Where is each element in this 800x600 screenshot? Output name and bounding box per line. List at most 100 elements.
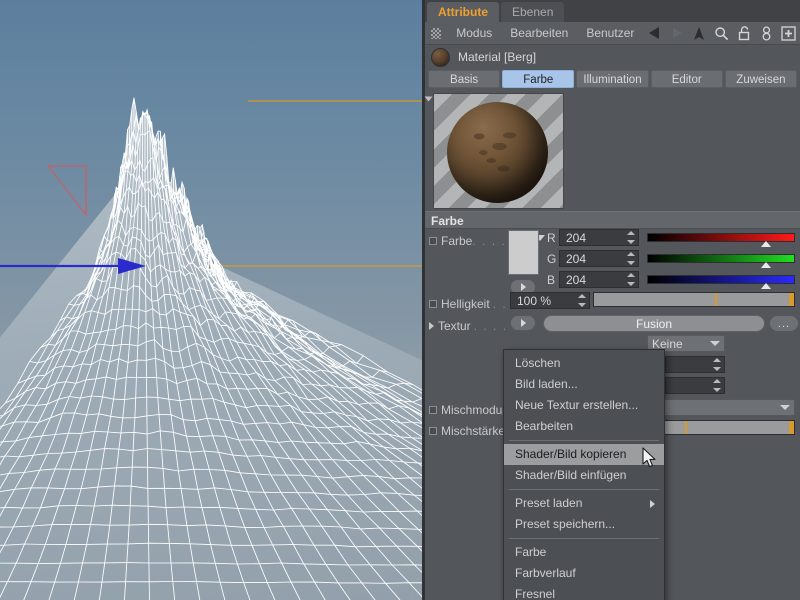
menu-item-preset-laden[interactable]: Preset laden [504, 493, 664, 514]
brightness-field[interactable]: 100 % [510, 292, 590, 309]
tab-basis[interactable]: Basis [428, 70, 501, 88]
texture-row: Textur . . . . . . Fusion ... [425, 313, 800, 335]
tab-zuweisen[interactable]: Zuweisen [724, 70, 798, 88]
menu-item-shader-bild-kopieren[interactable]: Shader/Bild kopieren [504, 444, 664, 465]
channel-b-slider[interactable] [647, 275, 795, 289]
brightness-endcap [789, 293, 794, 306]
brightness-label: Helligkeit [441, 296, 490, 311]
channel-b-field[interactable]: 204 [559, 271, 639, 288]
channel-r-field[interactable]: 204 [559, 229, 639, 246]
magnifier-icon[interactable] [710, 22, 732, 45]
color-row-checkbox[interactable] [429, 236, 437, 245]
up-arrow-icon[interactable] [688, 22, 710, 45]
tabstrip-filler [566, 2, 800, 22]
channel-g-slider[interactable] [647, 254, 795, 268]
tab-attribute[interactable]: Attribute [427, 2, 499, 22]
channel-r-label: R [547, 231, 556, 245]
channel-b-label: B [547, 273, 556, 287]
collapse-caret-icon[interactable] [424, 96, 433, 102]
channel-g-field[interactable]: 204 [559, 250, 639, 267]
tab-illumination[interactable]: Illumination [576, 70, 649, 88]
application-window: Attribute Ebenen Modus Bearbeiten Benutz… [0, 0, 800, 600]
menu-item-fresnel[interactable]: Fresnel [504, 584, 664, 600]
3d-perspective-viewport[interactable] [0, 0, 425, 600]
submenu-arrow-icon [650, 500, 655, 508]
back-arrow-icon[interactable] [643, 22, 665, 45]
texture-label: Textur [438, 318, 471, 333]
camera-marker [46, 165, 87, 217]
menu-separator [509, 538, 659, 539]
play-triangle-icon [520, 283, 526, 291]
material-sphere-icon[interactable] [431, 47, 450, 67]
mix-mode-label: Mischmodus [441, 402, 509, 417]
menu-separator [509, 440, 659, 441]
channel-b-spinner[interactable] [627, 273, 635, 286]
menu-item-bild-laden[interactable]: Bild laden... [504, 374, 664, 395]
brightness-slider[interactable] [593, 292, 795, 307]
menu-bearbeiten[interactable]: Bearbeiten [501, 22, 577, 45]
unlock-padlock-icon[interactable] [733, 22, 755, 45]
menu-item-farbverlauf[interactable]: Farbverlauf [504, 563, 664, 584]
color-row-dots: . . . . [472, 233, 507, 248]
grip-dots-icon[interactable] [431, 27, 442, 39]
texture-menu-button[interactable] [510, 315, 536, 331]
menu-item-shader-bild-einfügen[interactable]: Shader/Bild einfügen [504, 465, 664, 486]
menu-benutzer[interactable]: Benutzer [577, 22, 643, 45]
brightness-value: 100 % [517, 293, 552, 308]
tab-farbe[interactable]: Farbe [502, 70, 575, 88]
material-header: Material [Berg] [425, 45, 800, 69]
brightness-row: Helligkeit . . . 100 % [425, 291, 800, 313]
texture-context-menu[interactable]: Löschen Bild laden... Neue Textur erstelle… [503, 349, 665, 600]
texture-subfield-2[interactable] [665, 377, 725, 394]
menu-item-preset-speichern[interactable]: Preset speichern... [504, 514, 664, 535]
preview-sphere [447, 102, 548, 203]
channel-r-knob[interactable] [761, 241, 772, 247]
color-row-block: Farbe . . . . R 204 G 204 B 204 [425, 229, 800, 295]
forward-arrow-icon[interactable] [666, 22, 688, 45]
tab-editor[interactable]: Editor [650, 70, 723, 88]
ellipsis-icon: ... [777, 317, 791, 330]
texture-subfield-1-spinner[interactable] [713, 358, 721, 371]
texture-subfield-1[interactable] [665, 356, 725, 373]
material-preview[interactable] [433, 93, 564, 209]
terrain-wireframe [0, 97, 425, 600]
chevron-down-icon [710, 341, 720, 346]
color-row-label: Farbe [441, 233, 473, 248]
texture-subfield-2-spinner[interactable] [713, 379, 721, 392]
channel-r-value: 204 [566, 230, 587, 245]
mix-strength-tick [684, 421, 687, 434]
channel-g-label: G [547, 252, 557, 266]
tab-ebenen[interactable]: Ebenen [501, 2, 565, 22]
texture-value: Fusion [635, 316, 673, 331]
mix-strength-endcap [789, 421, 794, 434]
texture-more-button[interactable]: ... [769, 315, 799, 332]
menu-item-neue-textur-erstellen[interactable]: Neue Textur erstellen... [504, 395, 664, 416]
menu-separator [509, 489, 659, 490]
panel-menubar: Modus Bearbeiten Benutzer [425, 22, 800, 45]
menu-modus[interactable]: Modus [447, 22, 501, 45]
color-swatch[interactable] [508, 230, 539, 275]
menu-item-farbe[interactable]: Farbe [504, 542, 664, 563]
brightness-spinner[interactable] [578, 294, 586, 307]
panel-tabstrip: Attribute Ebenen [425, 0, 800, 22]
menu-item-bearbeiten[interactable]: Bearbeiten [504, 416, 664, 437]
brightness-checkbox[interactable] [429, 299, 437, 308]
menu-item-löschen[interactable]: Löschen [504, 353, 664, 374]
expand-triangle-icon[interactable] [429, 321, 434, 330]
channel-g-spinner[interactable] [627, 252, 635, 265]
group-header-farbe: Farbe [425, 211, 800, 229]
mix-mode-checkbox[interactable] [429, 405, 437, 414]
channel-b-knob[interactable] [761, 283, 772, 289]
texture-value-button[interactable]: Fusion [543, 315, 765, 332]
channel-r-spinner[interactable] [627, 231, 635, 244]
material-title: Material [Berg] [458, 50, 537, 64]
channel-g-knob[interactable] [761, 262, 772, 268]
chevron-down-icon [780, 405, 790, 410]
mix-strength-checkbox[interactable] [429, 426, 437, 435]
brightness-tick [715, 293, 718, 306]
plus-box-icon[interactable] [778, 22, 800, 45]
person-icon[interactable] [755, 22, 777, 45]
channel-r-slider[interactable] [647, 233, 795, 247]
mix-strength-label: Mischstärke [441, 423, 506, 438]
material-section-tabs: Basis Farbe Illumination Editor Zuweisen [425, 69, 800, 90]
